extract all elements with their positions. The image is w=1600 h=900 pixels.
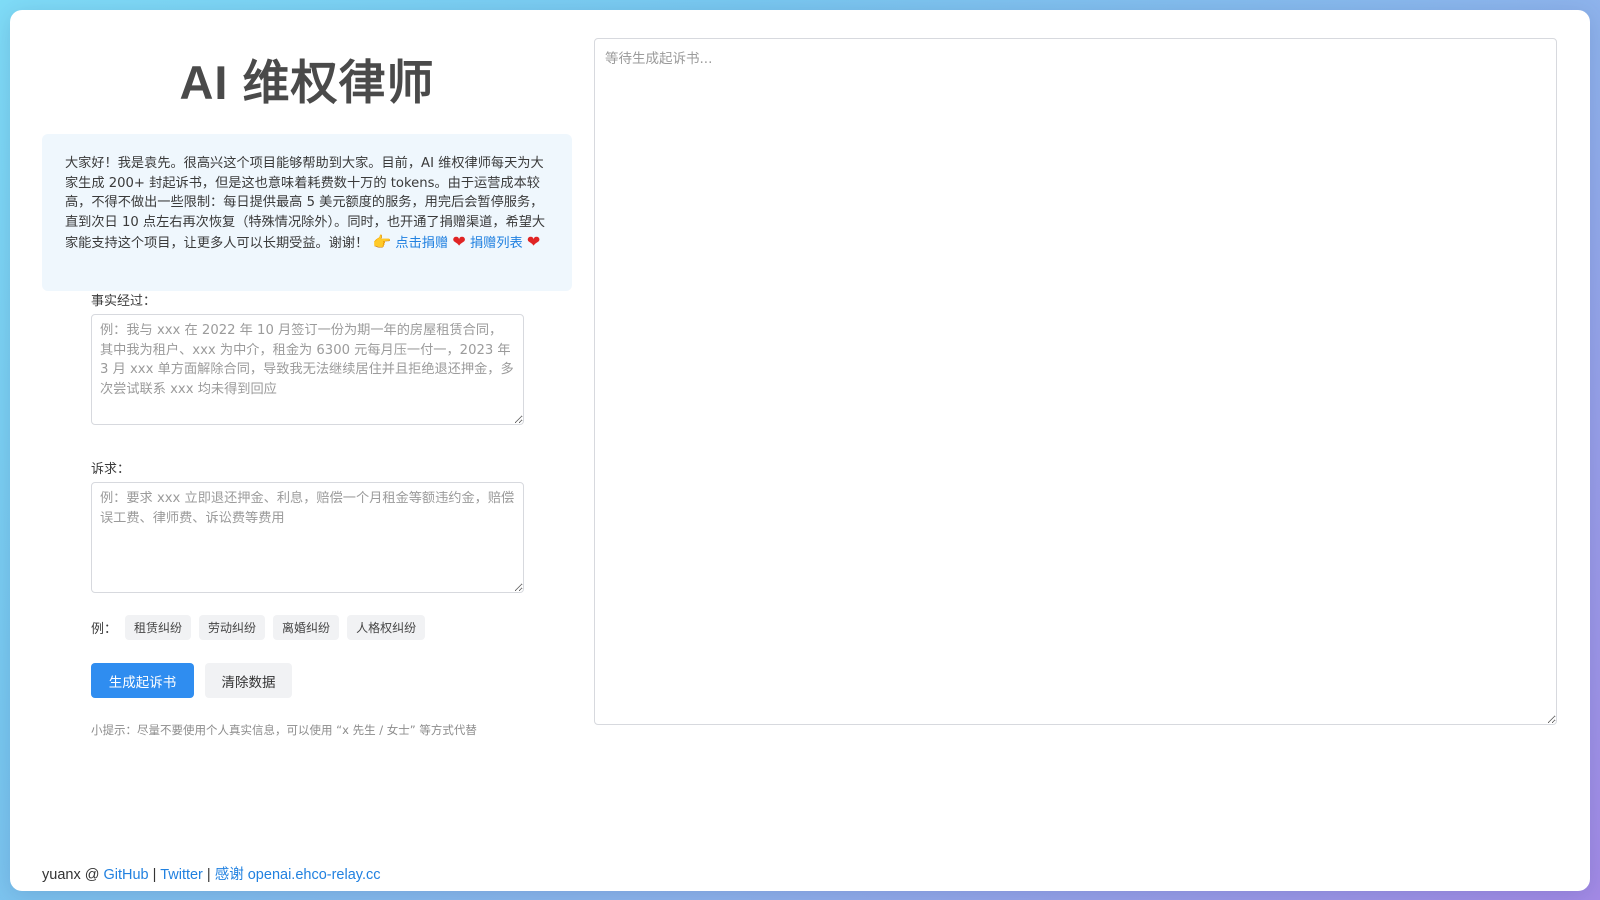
clear-button[interactable]: 清除数据 [205, 663, 292, 698]
privacy-tip: 小提示：尽量不要使用个人真实信息，可以使用 “x 先生 / 女士” 等方式代替 [91, 723, 477, 737]
claims-textarea[interactable] [91, 482, 524, 593]
facts-textarea[interactable] [91, 314, 524, 425]
main-card: AI 维权律师 大家好！我是袁先。很高兴这个项目能够帮助到大家。目前，AI 维权… [10, 10, 1590, 891]
pointing-hand-icon: 👉 [372, 233, 392, 252]
left-column: AI 维权律师 大家好！我是袁先。很高兴这个项目能够帮助到大家。目前，AI 维权… [42, 10, 572, 810]
examples-label: 例： [91, 621, 118, 637]
heart-icon: ❤ [452, 232, 466, 252]
example-chip-rental[interactable]: 租赁纠纷 [125, 614, 192, 640]
footer-separator: | [202, 867, 215, 883]
heart-icon: ❤ [526, 232, 541, 252]
example-chip-divorce[interactable]: 离婚纠纷 [273, 614, 340, 640]
example-chip-labor[interactable]: 劳动纠纷 [199, 614, 266, 640]
twitter-link[interactable]: Twitter [160, 867, 203, 883]
notice-box: 大家好！我是袁先。很高兴这个项目能够帮助到大家。目前，AI 维权律师每天为大家生… [42, 134, 572, 291]
github-link[interactable]: GitHub [103, 867, 148, 883]
claims-label: 诉求： [91, 462, 131, 477]
footer: yuanx @ GitHub | Twitter | 感谢 openai.ehc… [42, 863, 380, 884]
complaint-form: 事实经过： 诉求： 例： 租赁纠纷 劳动纠纷 离婚纠纷 人格权纠纷 生成起诉书 … [91, 290, 531, 738]
generate-button[interactable]: 生成起诉书 [91, 663, 194, 698]
facts-label: 事实经过： [91, 294, 157, 309]
footer-author: yuanx @ [42, 867, 104, 883]
example-chip-personality-rights[interactable]: 人格权纠纷 [347, 614, 426, 640]
output-textarea[interactable] [594, 38, 1557, 725]
donate-link[interactable]: 点击捐赠 [395, 236, 448, 251]
page-title: AI 维权律师 [179, 56, 435, 109]
thanks-link[interactable]: 感谢 openai.ehco-relay.cc [215, 867, 381, 883]
action-buttons: 生成起诉书 清除数据 [91, 663, 531, 698]
donor-list-link[interactable]: 捐赠列表 [470, 236, 523, 251]
example-chips: 例： 租赁纠纷 劳动纠纷 离婚纠纷 人格权纠纷 [91, 614, 531, 640]
footer-separator: | [148, 867, 161, 883]
